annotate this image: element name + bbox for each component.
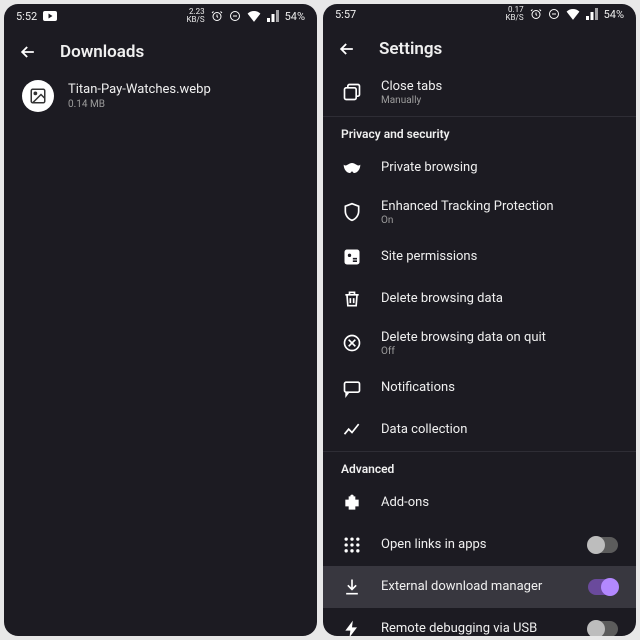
row-delete-data[interactable]: Delete browsing data: [323, 278, 636, 320]
row-etp[interactable]: Enhanced Tracking ProtectionOn: [323, 189, 636, 236]
row-notifications[interactable]: Notifications: [323, 367, 636, 409]
clock: 5:52: [16, 10, 37, 23]
phone-downloads: 5:52 2.23KB/S 54% Downloads Titan-Pay-Wa…: [4, 4, 317, 636]
mask-icon: [342, 158, 362, 178]
file-name: Titan-Pay-Watches.webp: [68, 82, 211, 97]
page-title: Settings: [379, 39, 442, 59]
delete-quit-icon: [342, 333, 362, 353]
permissions-icon: [342, 247, 362, 267]
signal-icon: [586, 8, 598, 20]
section-privacy: Privacy and security: [323, 117, 636, 147]
row-close-tabs[interactable]: Close tabsManually: [323, 69, 636, 116]
battery-text: 54%: [604, 8, 624, 21]
status-bar: 5:57 0.17KB/S 54%: [323, 4, 636, 25]
wifi-icon: [247, 10, 261, 22]
download-icon: [342, 577, 362, 597]
alarm-icon: [211, 10, 223, 22]
status-bar: 5:52 2.23KB/S 54%: [4, 4, 317, 28]
clock: 5:57: [335, 8, 356, 21]
trash-icon: [342, 289, 362, 309]
back-icon[interactable]: [337, 39, 357, 59]
battery-text: 54%: [285, 10, 305, 23]
row-open-links[interactable]: Open links in apps: [323, 524, 636, 566]
youtube-icon: [43, 11, 57, 21]
notification-icon: [342, 378, 362, 398]
wifi-icon: [566, 8, 580, 20]
file-thumb: [22, 80, 54, 112]
row-remote-debug[interactable]: Remote debugging via USB: [323, 608, 636, 636]
tabs-icon: [342, 82, 362, 102]
phone-settings: 5:57 0.17KB/S 54% Settings Close tabsMan…: [323, 4, 636, 636]
row-private-browsing[interactable]: Private browsing: [323, 147, 636, 189]
row-site-permissions[interactable]: Site permissions: [323, 236, 636, 278]
dnd-icon: [229, 10, 241, 22]
download-item[interactable]: Titan-Pay-Watches.webp 0.14 MB: [4, 72, 317, 120]
toggle-open-links[interactable]: [588, 537, 618, 553]
back-icon[interactable]: [18, 42, 38, 62]
bolt-icon: [342, 619, 362, 636]
shield-icon: [342, 202, 362, 222]
row-delete-on-quit[interactable]: Delete browsing data on quitOff: [323, 320, 636, 367]
alarm-icon: [530, 8, 542, 20]
puzzle-icon: [342, 493, 362, 513]
dnd-icon: [548, 8, 560, 20]
image-icon: [29, 87, 47, 105]
row-external-download[interactable]: External download manager: [323, 566, 636, 608]
app-bar: Downloads: [4, 28, 317, 72]
row-addons[interactable]: Add-ons: [323, 482, 636, 524]
section-advanced: Advanced: [323, 452, 636, 482]
chart-icon: [342, 420, 362, 440]
toggle-external-download[interactable]: [588, 579, 618, 595]
row-data-collection[interactable]: Data collection: [323, 409, 636, 451]
apps-icon: [342, 535, 362, 555]
page-title: Downloads: [60, 42, 144, 62]
file-size: 0.14 MB: [68, 99, 211, 110]
toggle-remote-debug[interactable]: [588, 621, 618, 636]
signal-icon: [267, 10, 279, 22]
app-bar: Settings: [323, 25, 636, 69]
